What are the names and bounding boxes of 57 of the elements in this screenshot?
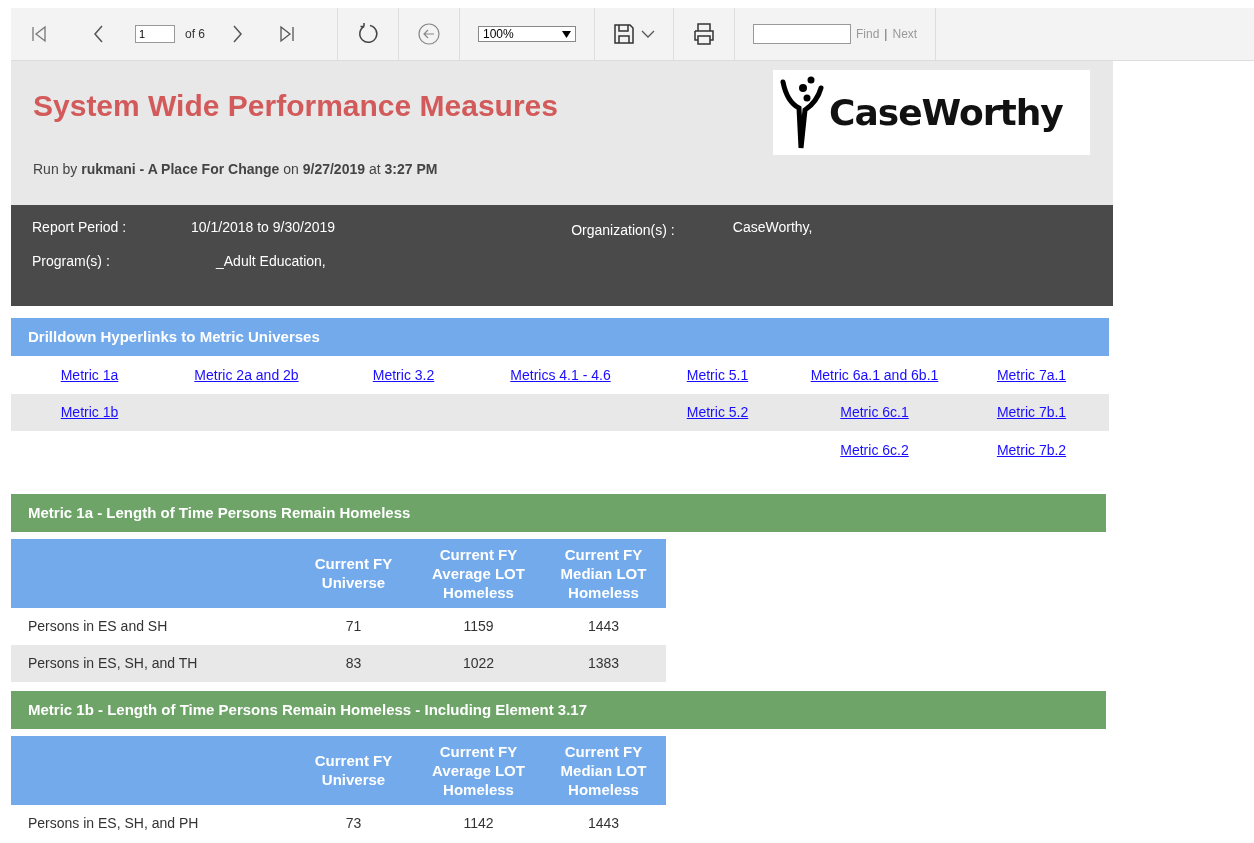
column-header: Current FY Median LOT Homeless (541, 735, 666, 805)
logo-text: CaseWorthy (829, 92, 1063, 133)
table-cell: 1159 (416, 607, 541, 645)
section-header: Metric 1a - Length of Time Persons Remain Homeless (11, 493, 1106, 532)
table-cell: 1443 (541, 804, 666, 842)
metric-link[interactable]: Metric 6c.1 (840, 404, 909, 421)
table-cell: 1443 (541, 607, 666, 645)
param-label: Report Period : (32, 219, 128, 237)
param-value: 10/1/2018 to 9/30/2019 (191, 219, 337, 237)
metric-link[interactable]: Metric 7a.1 (996, 366, 1067, 383)
metric-link[interactable]: Metric 7b.2 (996, 441, 1067, 458)
metric-link[interactable]: Metric 3.2 (372, 366, 435, 383)
run-by-text: Run by rukmani - A Place For Change on 9/27/2019 at 3:27 PM (33, 161, 439, 177)
page-count: of 6 (185, 27, 205, 41)
report-title: System Wide Performance Measures (33, 89, 558, 123)
find-field[interactable] (753, 24, 851, 44)
param-label: Organization(s) : (571, 222, 676, 240)
table-cell: 1383 (541, 644, 666, 682)
table-cell: 83 (291, 644, 416, 682)
caret-icon[interactable] (641, 29, 655, 39)
metric-link[interactable]: Metric 1a (60, 366, 119, 383)
metric-link[interactable]: Metric 6c.2 (840, 441, 909, 458)
table-cell: Persons in ES, SH, and PH (11, 804, 291, 842)
refresh-icon[interactable] (356, 22, 380, 46)
metric-link[interactable]: Metric 6a.1 and 6b.1 (810, 366, 939, 383)
param-value: _Adult Education, (216, 253, 327, 271)
zoom-dropdown[interactable]: 100% (478, 26, 576, 42)
column-header: Current FY Median LOT Homeless (541, 538, 666, 608)
metric-link[interactable]: Metric 5.1 (686, 366, 749, 383)
table-cell: 71 (291, 607, 416, 645)
separator: | (884, 27, 888, 41)
figure-icon (779, 75, 825, 150)
metric-link[interactable]: Metric 5.2 (686, 404, 749, 421)
column-header: Current FY Universe (291, 735, 416, 805)
section-header: Metric 1b - Length of Time Persons Remain Homeless - Including Element 3.17 (11, 690, 1106, 729)
metric-link[interactable]: Metric 2a and 2b (194, 366, 299, 383)
section-header: Drilldown Hyperlinks to Metric Universes (11, 318, 1109, 356)
column-header: Current FY Universe (291, 538, 416, 608)
back-icon[interactable] (417, 22, 441, 46)
save-icon[interactable] (613, 23, 635, 45)
column-header: Current FY Average LOT Homeless (416, 735, 541, 805)
metric-link[interactable]: Metric 7b.1 (996, 404, 1067, 421)
column-header: Current FY Average LOT Homeless (416, 538, 541, 608)
last-page-icon[interactable] (277, 24, 297, 44)
dropdown-arrow-icon[interactable] (562, 30, 571, 38)
table-cell: 1142 (416, 804, 541, 842)
table-cell: Persons in ES and SH (11, 607, 291, 645)
first-page-icon[interactable] (29, 24, 49, 44)
table-cell: Persons in ES, SH, and TH (11, 644, 291, 682)
print-icon[interactable] (692, 22, 716, 46)
page-number-field[interactable]: 1 (135, 25, 175, 43)
param-value: CaseWorthy, (732, 219, 814, 237)
table-cell: 1022 (416, 644, 541, 682)
metric-link[interactable]: Metric 1b (60, 404, 119, 421)
table-cell: 73 (291, 804, 416, 842)
metric-link[interactable]: Metrics 4.1 - 4.6 (510, 366, 611, 383)
param-label: Program(s) : (32, 253, 111, 271)
